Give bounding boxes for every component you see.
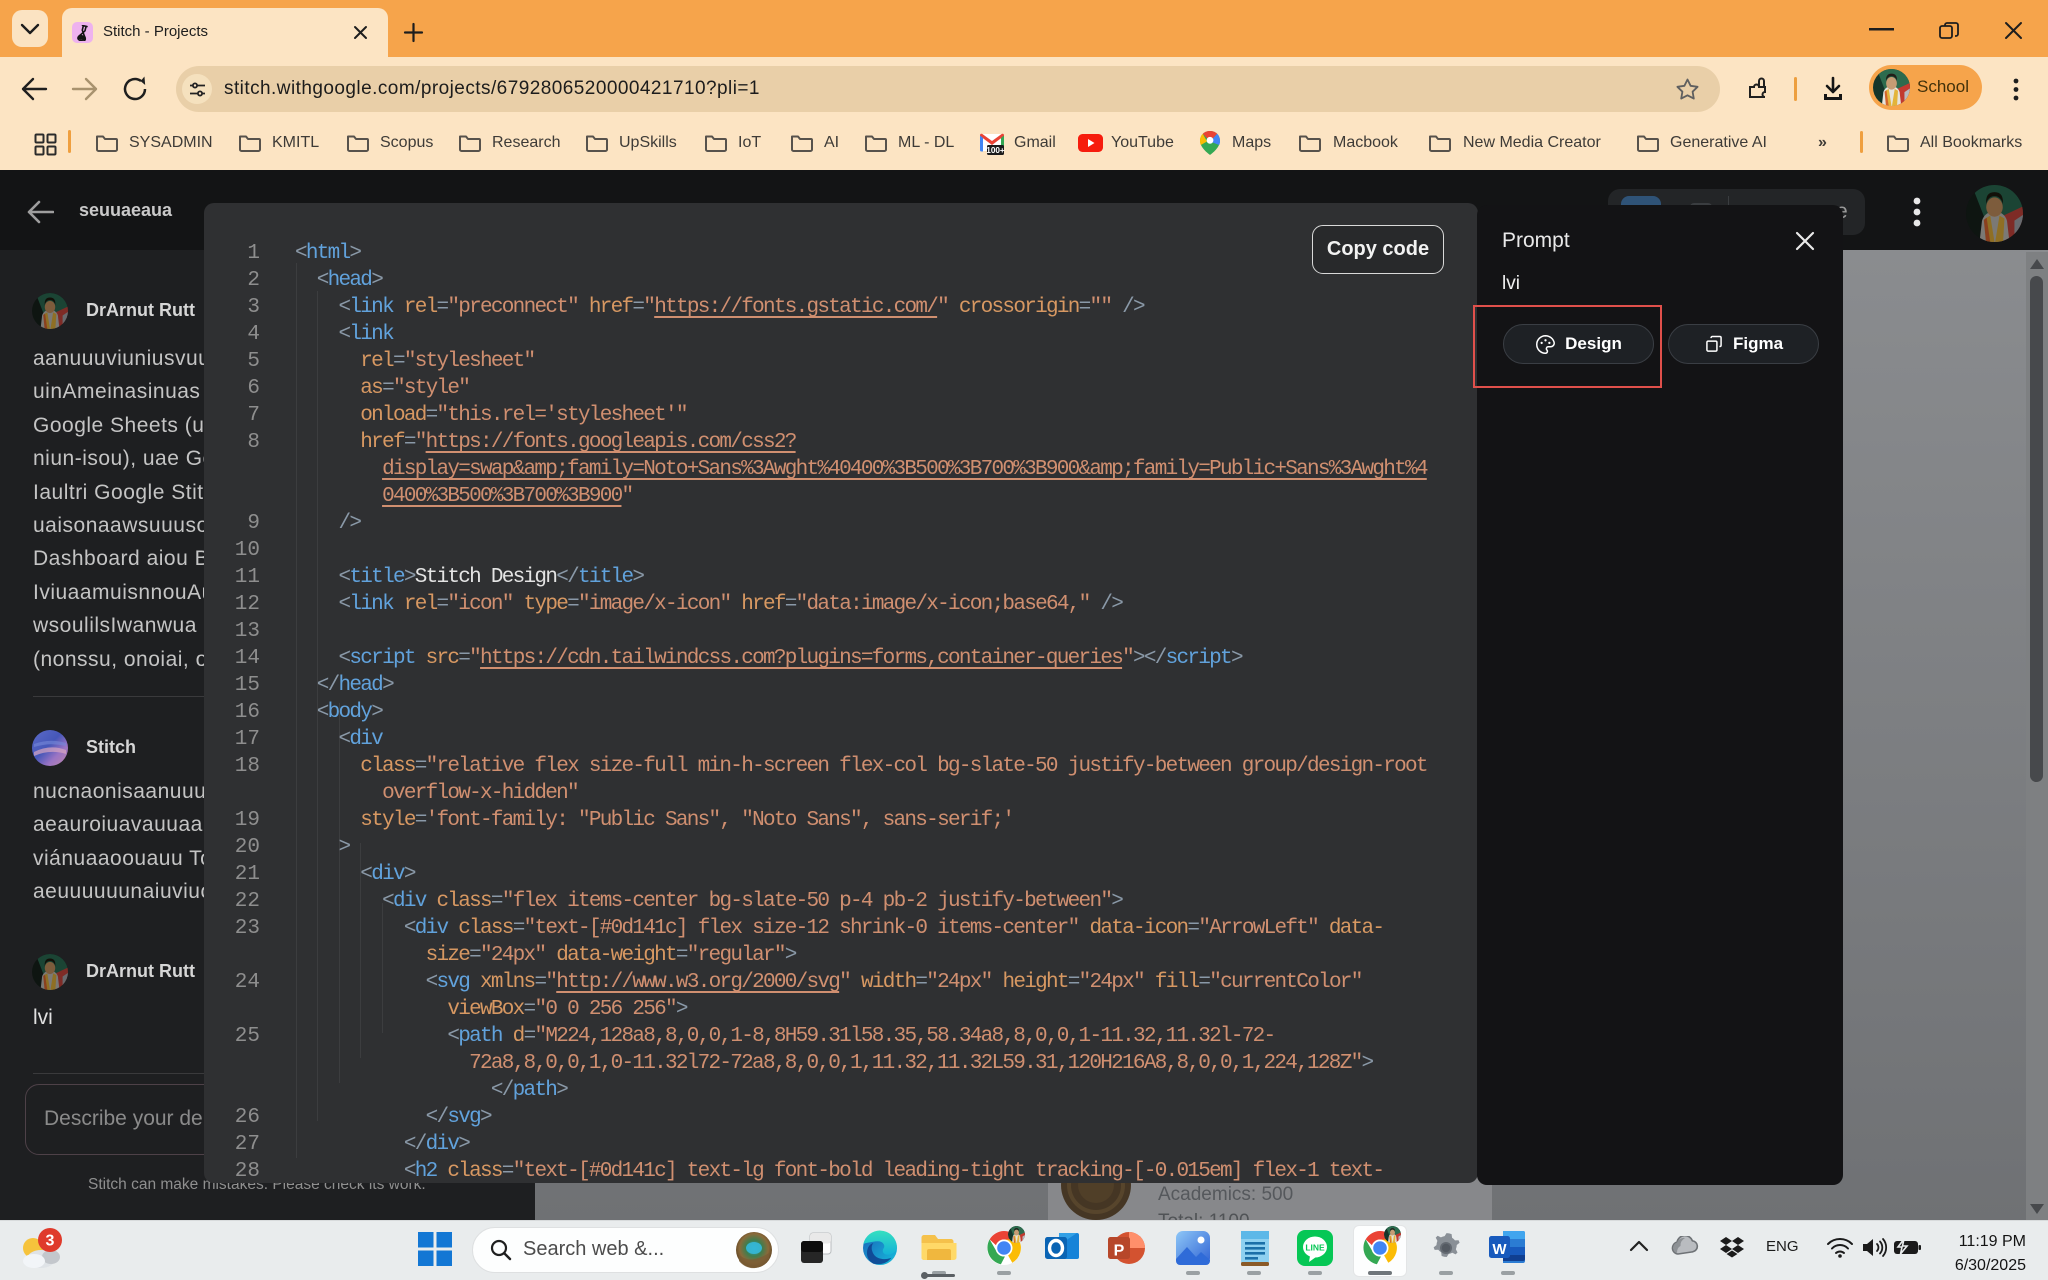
svg-text:3: 3: [46, 1233, 55, 1250]
svg-text:W: W: [1492, 1241, 1507, 1258]
svg-text:100+: 100+: [986, 146, 1005, 155]
svg-text:LINE: LINE: [1305, 1243, 1325, 1253]
svg-text:P: P: [1114, 1243, 1125, 1260]
